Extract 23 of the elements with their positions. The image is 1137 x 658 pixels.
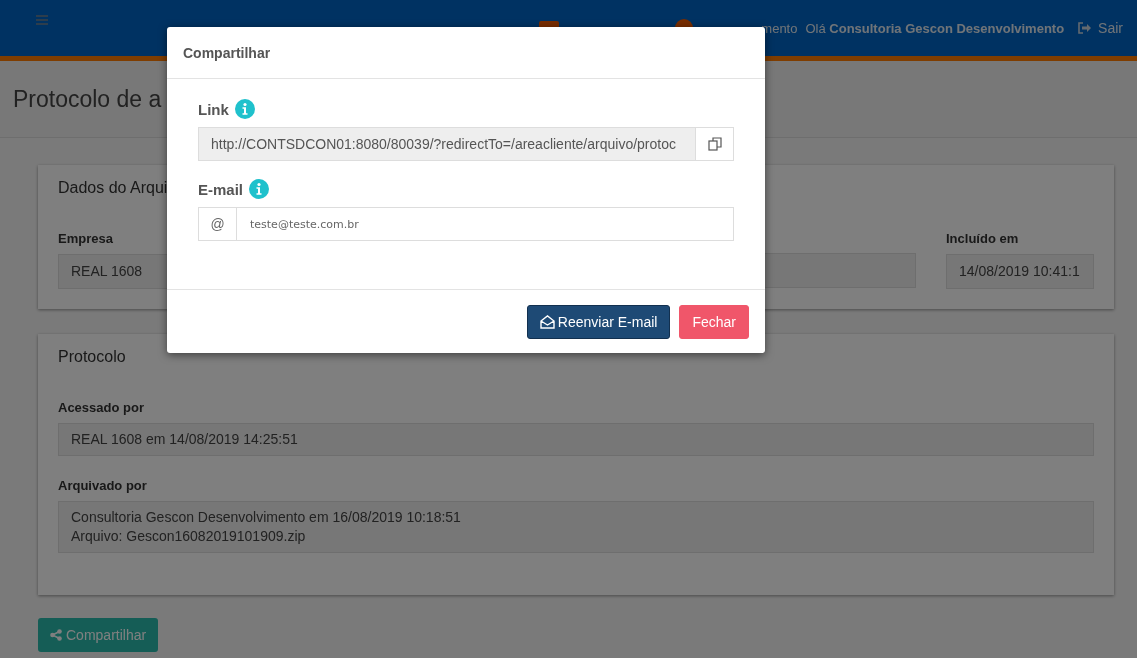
field-label: Incluído em [946,231,1020,246]
card-title: Dados do Arqui [58,179,168,197]
info-icon[interactable] [249,179,269,199]
field-label: Empresa [58,231,114,246]
read-only-field: Consultoria Gescon Desenvolvimento em 16/08/2019 10:18:51 Arquivo: Gescon16082019101909.zip [58,501,1094,553]
menu-icon[interactable] [36,15,48,25]
field-label: Arquivado por [58,478,148,493]
card-title: Protocolo [58,348,126,366]
resend-email-button[interactable]: Reenviar E-mail [526,305,671,339]
close-button[interactable]: Fechar [679,305,749,339]
field-label: E-mail [198,180,243,198]
envelope-icon [539,315,555,329]
info-icon[interactable] [234,99,255,119]
page-title: Protocolo de a [13,85,162,113]
share-icon [50,629,62,641]
email-field[interactable]: @ teste@teste.com.br [198,207,734,241]
field-label: Link [198,100,229,118]
read-only-field: REAL 1608 em 14/08/2019 14:25:51 [58,423,1094,456]
greeting-text: Olá Consultoria Gescon Desenvolvimento [805,20,1065,36]
field-label: Acessado por [58,400,145,415]
read-only-field: 14/08/2019 10:41:1 [946,254,1094,289]
dialog-title: Compartilhar [183,44,271,61]
logout-icon [1078,22,1093,34]
